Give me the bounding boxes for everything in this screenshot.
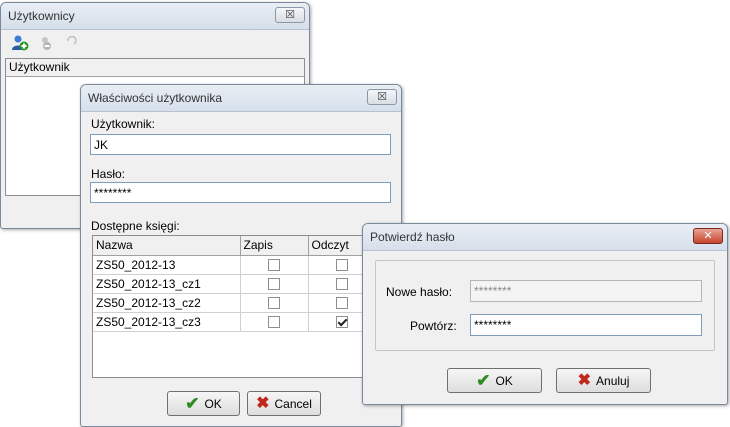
write-checkbox[interactable] (268, 278, 280, 291)
confirm-ok-button[interactable]: ✔ OK (447, 368, 542, 393)
books-grid[interactable]: Nazwa Zapis Odczyt ZS50_2012-13 ZS50_201… (92, 235, 391, 378)
table-row[interactable]: ZS50_2012-13_cz1 (93, 274, 377, 294)
user-label: Użytkownik: (91, 117, 156, 131)
user-name-input[interactable] (90, 134, 391, 155)
confirm-cancel-label: Anuluj (596, 373, 630, 388)
read-checkbox[interactable] (336, 278, 348, 291)
books-label: Dostępne księgi: (91, 219, 180, 233)
confirm-ok-label: OK (495, 373, 513, 388)
column-name[interactable]: Nazwa (93, 236, 241, 256)
cross-icon: ✖ (256, 394, 270, 412)
table-row[interactable]: ZS50_2012-13_cz2 (93, 293, 377, 313)
read-checkbox[interactable] (336, 297, 348, 310)
write-checkbox[interactable] (268, 259, 280, 272)
book-name: ZS50_2012-13 (93, 255, 241, 275)
new-password-label: Nowe hasło: (386, 285, 453, 299)
password-group: Nowe hasło: Powtórz: (375, 260, 715, 351)
book-name: ZS50_2012-13_cz2 (93, 293, 241, 313)
cancel-button-label: Cancel (274, 396, 312, 411)
confirm-password-title: Potwierdź hasło (370, 230, 455, 244)
user-properties-window: Właściwości użytkownika ☒ Użytkownik: Ha… (80, 84, 402, 427)
book-name: ZS50_2012-13_cz1 (93, 274, 241, 294)
cancel-button[interactable]: ✖ Cancel (247, 391, 321, 416)
password-input[interactable] (90, 182, 391, 203)
add-user-icon[interactable] (11, 34, 29, 52)
checkmark-icon: ✔ (476, 371, 491, 390)
read-checkbox[interactable] (336, 259, 348, 272)
confirm-password-titlebar[interactable]: Potwierdź hasło ✕ (363, 224, 727, 251)
read-checkbox[interactable] (336, 316, 348, 329)
user-properties-title: Właściwości użytkownika (88, 91, 223, 105)
table-row[interactable]: ZS50_2012-13 (93, 255, 377, 275)
users-window-close-button[interactable]: ☒ (275, 7, 305, 23)
refresh-icon[interactable] (65, 33, 79, 47)
checkmark-icon: ✔ (185, 394, 200, 413)
confirm-password-close-button[interactable]: ✕ (693, 228, 723, 244)
cross-icon: ✖ (577, 371, 592, 389)
ok-button[interactable]: ✔ OK (167, 391, 240, 416)
ok-button-label: OK (204, 396, 222, 411)
remove-user-icon[interactable] (39, 35, 55, 51)
user-properties-titlebar[interactable]: Właściwości użytkownika ☒ (81, 85, 401, 112)
repeat-password-label: Powtórz: (410, 319, 457, 333)
confirm-password-window: Potwierdź hasło ✕ Nowe hasło: Powtórz: ✔… (362, 223, 728, 405)
book-name: ZS50_2012-13_cz3 (93, 312, 241, 332)
users-toolbar (9, 33, 129, 53)
write-checkbox[interactable] (268, 316, 280, 329)
user-properties-close-button[interactable]: ☒ (367, 89, 397, 105)
users-window-titlebar[interactable]: Użytkownicy ☒ (1, 3, 309, 30)
write-checkbox[interactable] (268, 297, 280, 310)
password-label: Hasło: (91, 167, 126, 181)
users-list-header[interactable]: Użytkownik (6, 59, 304, 77)
repeat-password-input[interactable] (470, 314, 702, 336)
user-column-header: Użytkownik (9, 60, 70, 74)
column-write[interactable]: Zapis (240, 236, 309, 256)
confirm-cancel-button[interactable]: ✖ Anuluj (556, 368, 651, 393)
users-window-title: Użytkownicy (8, 9, 75, 23)
table-row[interactable]: ZS50_2012-13_cz3 (93, 312, 377, 332)
new-password-input[interactable] (470, 280, 702, 302)
